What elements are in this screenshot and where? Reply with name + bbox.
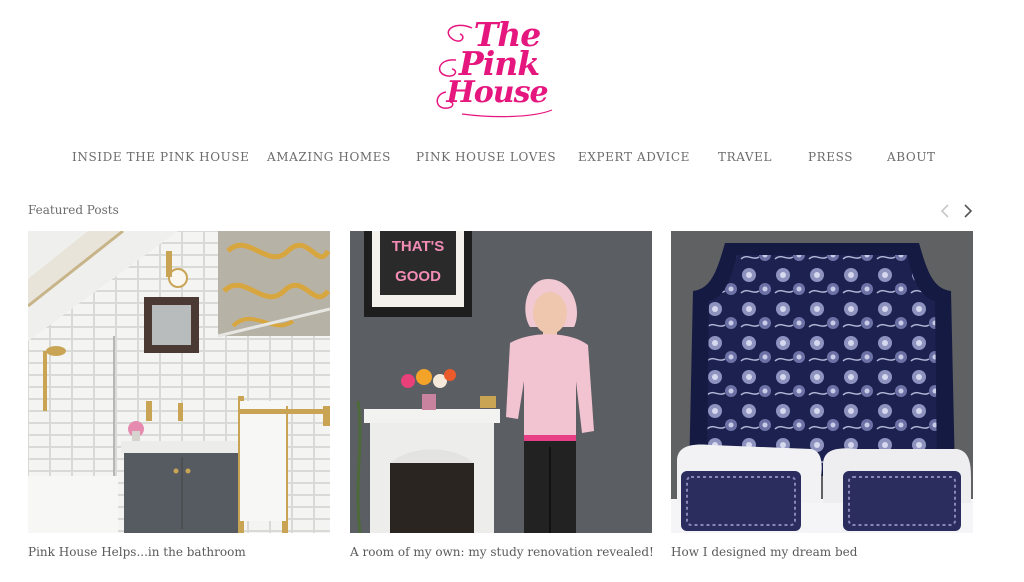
bathroom-photo[interactable] bbox=[28, 231, 330, 533]
post-card[interactable]: Pink House Helps...in the bathroom bbox=[28, 231, 330, 559]
sign-text-line1: THAT'S bbox=[392, 238, 444, 255]
nav-item-amazing-homes[interactable]: AMAZING HOMES bbox=[267, 150, 391, 164]
nav-item-expert-advice[interactable]: EXPERT ADVICE bbox=[578, 150, 690, 164]
logo-text-house: House bbox=[446, 75, 548, 110]
post-card[interactable]: How I designed my dream bed bbox=[671, 231, 973, 559]
nav-item-inside-the-pink-house[interactable]: INSIDE THE PINK HOUSE bbox=[72, 150, 250, 164]
carousel-next-button[interactable] bbox=[961, 202, 975, 220]
nav-item-travel[interactable]: TRAVEL bbox=[718, 150, 772, 164]
featured-posts-heading: Featured Posts bbox=[28, 203, 119, 217]
post-title[interactable]: A room of my own: my study renovation re… bbox=[350, 545, 654, 559]
nav-item-press[interactable]: PRESS bbox=[808, 150, 853, 164]
post-card[interactable]: THAT'S GOOD A room of my own: my study r… bbox=[350, 231, 654, 559]
main-nav: INSIDE THE PINK HOUSE AMAZING HOMES PINK… bbox=[0, 150, 1024, 170]
study-portrait-photo[interactable]: THAT'S GOOD bbox=[350, 231, 652, 533]
post-title[interactable]: How I designed my dream bed bbox=[671, 545, 857, 559]
chevron-right-icon bbox=[964, 204, 973, 218]
sign-text-line2: GOOD bbox=[395, 268, 441, 285]
site-logo[interactable]: The Pink House bbox=[432, 14, 558, 122]
chevron-left-icon bbox=[940, 204, 949, 218]
nav-item-about[interactable]: ABOUT bbox=[887, 150, 936, 164]
nav-item-pink-house-loves[interactable]: PINK HOUSE LOVES bbox=[416, 150, 556, 164]
page: The Pink House INSIDE THE PINK HOUSE AMA… bbox=[0, 0, 1024, 582]
carousel-prev-button[interactable] bbox=[938, 202, 952, 220]
post-title[interactable]: Pink House Helps...in the bathroom bbox=[28, 545, 246, 559]
floral-headboard-photo[interactable] bbox=[671, 231, 973, 533]
